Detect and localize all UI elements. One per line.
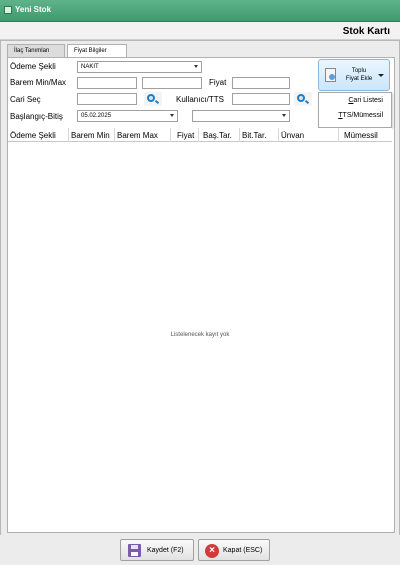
column-header[interactable]: Ünvan (281, 131, 304, 140)
close-button-label: Kapat (ESC) (223, 547, 263, 554)
fiyat-label: Fiyat (209, 78, 227, 87)
odeme-sekli-select[interactable]: NAKIT (77, 61, 202, 73)
column-header[interactable]: Ödeme Şekli (10, 131, 56, 140)
tab-ilac-tanimlari[interactable]: İlaç Tanımları (7, 44, 65, 57)
barem-min-input[interactable] (77, 77, 137, 89)
cari-input[interactable] (77, 93, 137, 105)
barem-label: Barem Min/Max (10, 78, 67, 87)
bitis-date-picker[interactable] (192, 110, 290, 122)
form-header: Stok Kartı (0, 22, 400, 40)
column-header[interactable]: Baş.Tar. (203, 131, 232, 140)
footer-bar: Kaydet (F2) × Kapat (ESC) (0, 535, 400, 565)
column-header[interactable]: Bit.Tar. (242, 131, 266, 140)
cari-search-button[interactable] (144, 92, 162, 106)
chevron-down-icon (194, 65, 198, 68)
menu-item-cari-listesi[interactable]: Cari Listesi (317, 97, 391, 104)
window-titlebar[interactable]: Yeni Stok (0, 0, 400, 22)
column-header[interactable]: Barem Max (117, 131, 158, 140)
grid-header: Ödeme Şekli Barem Min Barem Max Fiyat Ba… (8, 128, 392, 142)
tab-fiyat-bilgiler[interactable]: Fiyat Bilgiler (67, 44, 127, 58)
toplu-button-line1: Toplu (351, 68, 367, 74)
form-title: Stok Kartı (342, 26, 390, 37)
odeme-sekli-value: NAKIT (81, 64, 99, 70)
grid-empty-message: Listelenecek kayıt yok (170, 332, 230, 338)
column-header[interactable]: Barem Min (71, 131, 110, 140)
kullanici-input[interactable] (232, 93, 290, 105)
toplu-fiyat-ekle-button[interactable]: Toplu Fiyat Ekle (318, 59, 390, 91)
chevron-down-icon (170, 114, 174, 117)
close-button[interactable]: × Kapat (ESC) (198, 539, 270, 561)
column-header[interactable]: Mümessil (344, 131, 378, 140)
toplu-button-line2: Fiyat Ekle (345, 76, 373, 82)
app-icon (4, 6, 12, 14)
baslangic-label: Başlangıç-Bitiş (10, 112, 63, 121)
column-header[interactable]: Fiyat (177, 131, 194, 140)
baslangic-date-value: 05.02.2025 (81, 113, 112, 119)
odeme-sekli-label: Ödeme Şekli (10, 62, 56, 71)
fiyat-input[interactable] (232, 77, 290, 89)
menu-item-tts-mumessil[interactable]: TTS/Mümessil (317, 112, 391, 119)
kullanici-search-button[interactable] (294, 92, 312, 106)
close-icon: × (205, 544, 219, 558)
cari-label: Cari Seç (10, 95, 41, 104)
save-button-label: Kaydet (F2) (147, 547, 184, 554)
chevron-down-icon (282, 114, 286, 117)
chevron-down-icon (378, 74, 384, 77)
barem-max-input[interactable] (142, 77, 202, 89)
save-icon (128, 544, 141, 557)
kullanici-label: Kullanıcı/TTS (176, 95, 225, 104)
save-button[interactable]: Kaydet (F2) (120, 539, 194, 561)
toplu-dropdown-menu: Cari Listesi TTS/Mümessil (318, 92, 392, 128)
document-icon (325, 68, 336, 82)
baslangic-date-picker[interactable]: 05.02.2025 (77, 110, 178, 122)
window-title: Yeni Stok (15, 5, 52, 14)
